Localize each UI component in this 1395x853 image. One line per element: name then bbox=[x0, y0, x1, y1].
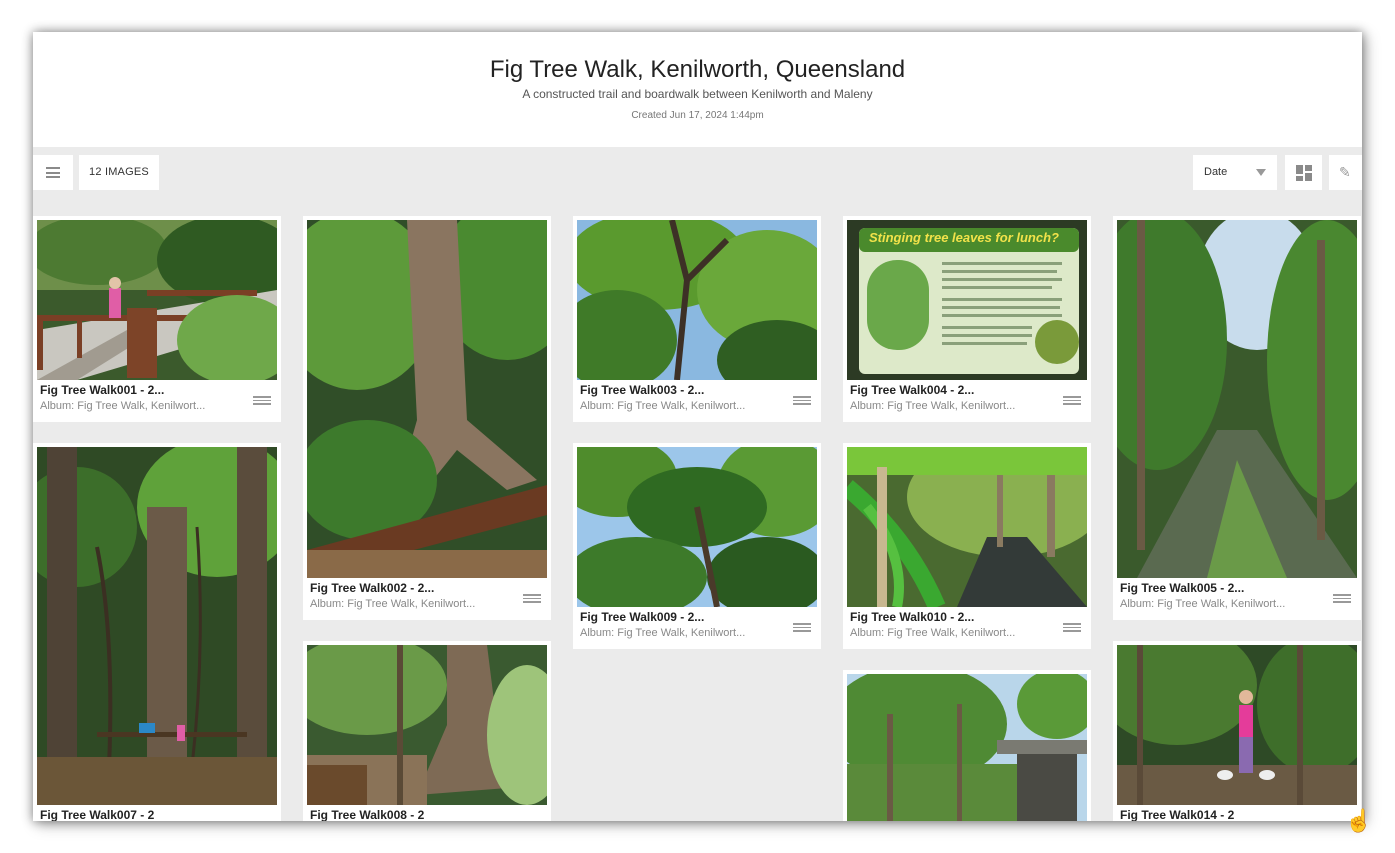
album-header: Fig Tree Walk, Kenilworth, Queensland A … bbox=[33, 32, 1362, 147]
sort-select[interactable]: Date bbox=[1193, 155, 1277, 190]
card-title: Fig Tree Walk004 - 2... bbox=[850, 383, 975, 397]
item-menu-icon[interactable] bbox=[253, 396, 271, 405]
image-card[interactable]: Fig Tree Walk005 - 2... Album: Fig Tree … bbox=[1113, 216, 1361, 620]
album-title: Fig Tree Walk, Kenilworth, Queensland bbox=[489, 56, 906, 83]
card-album: Album: Fig Tree Walk, Kenilwort... bbox=[1120, 598, 1286, 610]
image-card[interactable]: Fig Tree Walk007 - 2 bbox=[33, 443, 281, 821]
card-title: Fig Tree Walk009 - 2... bbox=[580, 610, 705, 624]
photo-boardwalk[interactable] bbox=[37, 220, 277, 380]
image-card[interactable]: Stinging tree leaves for lunch? Fig Tree… bbox=[843, 216, 1091, 422]
layout-grid-icon bbox=[1296, 165, 1312, 181]
card-title: Fig Tree Walk010 - 2... bbox=[850, 610, 975, 624]
item-menu-icon[interactable] bbox=[1333, 594, 1351, 603]
card-album: Album: Fig Tree Walk, Kenilwort... bbox=[850, 627, 1016, 639]
image-card[interactable]: Fig Tree Walk003 - 2... Album: Fig Tree … bbox=[573, 216, 821, 422]
photo-palm-canopy[interactable] bbox=[577, 447, 817, 607]
image-card[interactable]: Fig Tree Walk002 - 2... Album: Fig Tree … bbox=[303, 216, 551, 620]
caret-down-icon bbox=[1256, 169, 1266, 176]
image-card[interactable]: Fig Tree Walk009 - 2... Album: Fig Tree … bbox=[573, 443, 821, 649]
card-title: Fig Tree Walk003 - 2... bbox=[580, 383, 705, 397]
card-title: Fig Tree Walk002 - 2... bbox=[310, 581, 435, 595]
photo-canopy[interactable] bbox=[577, 220, 817, 380]
image-count-button[interactable]: 12 IMAGES bbox=[79, 155, 159, 190]
sort-value: Date bbox=[1204, 166, 1228, 178]
card-title: Fig Tree Walk005 - 2... bbox=[1120, 581, 1245, 595]
pencil-icon: ✎ bbox=[1339, 164, 1351, 180]
card-album: Album: Fig Tree Walk, Kenilwort... bbox=[580, 627, 746, 639]
photo-walker-with-dogs[interactable] bbox=[1117, 645, 1357, 805]
hand-cursor-icon: ☝ bbox=[1345, 808, 1373, 833]
card-title: Fig Tree Walk014 - 2 bbox=[1120, 808, 1235, 821]
photo-fig-buttress[interactable] bbox=[307, 220, 547, 578]
card-album: Album: Fig Tree Walk, Kenilwort... bbox=[310, 598, 476, 610]
card-title: Fig Tree Walk007 - 2 bbox=[40, 808, 155, 821]
list-menu-icon bbox=[46, 167, 60, 178]
item-menu-icon[interactable] bbox=[523, 594, 541, 603]
item-menu-icon[interactable] bbox=[1063, 396, 1081, 405]
card-album: Album: Fig Tree Walk, Kenilwort... bbox=[40, 400, 206, 412]
card-album: Album: Fig Tree Walk, Kenilwort... bbox=[580, 400, 746, 412]
photo-creek-bridge[interactable] bbox=[847, 674, 1087, 821]
photo-forest-path[interactable] bbox=[1117, 220, 1357, 578]
album-created-date: Created Jun 17, 2024 1:44pm bbox=[631, 110, 764, 121]
item-menu-icon[interactable] bbox=[1063, 623, 1081, 632]
image-card[interactable]: Fig Tree Walk010 - 2... Album: Fig Tree … bbox=[843, 443, 1091, 649]
card-title: Fig Tree Walk001 - 2... bbox=[40, 383, 165, 397]
photo-tall-fig-tree[interactable] bbox=[37, 447, 277, 805]
item-menu-icon[interactable] bbox=[793, 396, 811, 405]
image-card[interactable]: Fig Tree Walk001 - 2... Album: Fig Tree … bbox=[33, 216, 281, 422]
photo-info-sign[interactable]: Stinging tree leaves for lunch? bbox=[847, 220, 1087, 380]
item-menu-icon[interactable] bbox=[793, 623, 811, 632]
card-title: Fig Tree Walk008 - 2 bbox=[310, 808, 425, 821]
card-album: Album: Fig Tree Walk, Kenilwort... bbox=[850, 400, 1016, 412]
photo-fig-roots[interactable] bbox=[307, 645, 547, 805]
album-window: Fig Tree Walk, Kenilworth, Queensland A … bbox=[33, 32, 1362, 821]
edit-button[interactable]: ✎ bbox=[1329, 155, 1362, 190]
image-card[interactable] bbox=[843, 670, 1091, 821]
image-card[interactable]: Fig Tree Walk008 - 2 bbox=[303, 641, 551, 821]
layout-toggle-button[interactable] bbox=[1285, 155, 1322, 190]
menu-button[interactable] bbox=[33, 155, 73, 190]
photo-trail-fern[interactable] bbox=[847, 447, 1087, 607]
image-card[interactable]: Fig Tree Walk014 - 2 bbox=[1113, 641, 1361, 821]
sign-heading: Stinging tree leaves for lunch? bbox=[869, 230, 1059, 245]
album-subtitle: A constructed trail and boardwalk betwee… bbox=[522, 87, 873, 101]
